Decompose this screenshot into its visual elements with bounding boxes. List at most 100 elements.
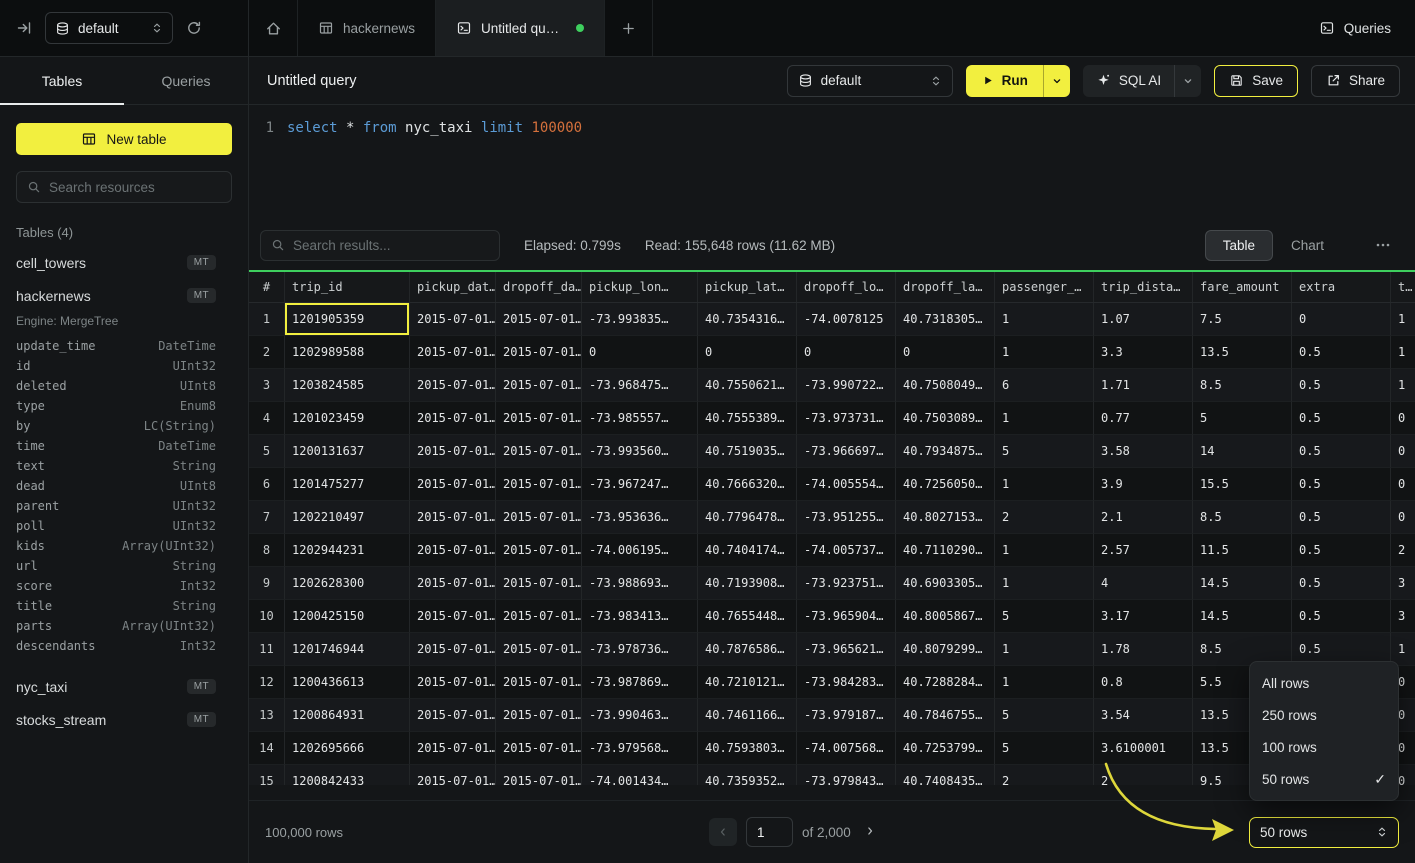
table-cell[interactable]: 40.7934875… [896, 435, 995, 468]
row-number[interactable]: 14 [249, 732, 285, 765]
table-cell[interactable]: 1 [1391, 369, 1415, 402]
table-cell[interactable]: 2015-07-01… [496, 468, 582, 501]
table-cell[interactable]: 0 [1292, 303, 1391, 336]
table-cell[interactable]: 4 [1094, 567, 1193, 600]
table-cell[interactable]: 2015-07-01… [496, 336, 582, 369]
table-cell[interactable]: 40.7655448… [698, 600, 797, 633]
column-header[interactable]: dropoff_da… [496, 272, 582, 302]
table-cell[interactable]: 0 [896, 336, 995, 369]
search-results-input[interactable] [293, 238, 489, 253]
table-cell[interactable]: 40.8079299… [896, 633, 995, 666]
table-cell[interactable]: 1.71 [1094, 369, 1193, 402]
refresh-icon[interactable] [186, 20, 202, 36]
table-cell[interactable]: 2015-07-01… [496, 402, 582, 435]
table-cell[interactable]: 5 [995, 435, 1094, 468]
table-cell[interactable]: 2 [1391, 534, 1415, 567]
table-cell[interactable]: 14.5 [1193, 600, 1292, 633]
next-page-button[interactable] [860, 825, 880, 840]
row-number[interactable]: 8 [249, 534, 285, 567]
table-cell[interactable]: -73.990463… [582, 699, 698, 732]
table-cell[interactable]: 2015-07-01… [496, 501, 582, 534]
table-cell[interactable]: 2015-07-01… [410, 666, 496, 699]
table-cell[interactable]: -74.005737… [797, 534, 896, 567]
table-cell[interactable]: 2015-07-01… [410, 402, 496, 435]
table-cell[interactable]: 3.58 [1094, 435, 1193, 468]
table-cell[interactable]: 1 [995, 534, 1094, 567]
table-cell[interactable]: -74.007568… [797, 732, 896, 765]
table-cell[interactable]: 0.5 [1292, 435, 1391, 468]
table-cell[interactable]: 1 [1391, 303, 1415, 336]
table-cell[interactable]: 2015-07-01… [410, 600, 496, 633]
table-cell[interactable]: -73.965904… [797, 600, 896, 633]
table-cell[interactable]: -73.951255… [797, 501, 896, 534]
table-cell[interactable]: 13.5 [1193, 336, 1292, 369]
table-cell[interactable]: 0.5 [1292, 369, 1391, 402]
table-cell[interactable]: 1 [995, 303, 1094, 336]
queries-button[interactable]: Queries [1295, 0, 1415, 56]
table-cell[interactable]: 3.9 [1094, 468, 1193, 501]
rows-option[interactable]: 50 rows✓ [1250, 763, 1398, 795]
rows-option[interactable]: All rows [1250, 667, 1398, 699]
row-number[interactable]: 13 [249, 699, 285, 732]
table-cell[interactable]: 1200436613 [285, 666, 410, 699]
home-tab[interactable] [249, 0, 298, 56]
table-cell[interactable]: 40.7461166… [698, 699, 797, 732]
table-cell[interactable]: 3.3 [1094, 336, 1193, 369]
table-cell[interactable]: 2015-07-01… [410, 534, 496, 567]
table-cell[interactable]: 2015-07-01… [410, 336, 496, 369]
table-cell[interactable]: 1 [995, 468, 1094, 501]
table-cell[interactable]: 2.1 [1094, 501, 1193, 534]
table-cell[interactable]: 3 [1391, 567, 1415, 600]
table-cell[interactable]: -73.990722… [797, 369, 896, 402]
table-cell[interactable]: 1 [995, 666, 1094, 699]
column-header[interactable]: pickup_lat… [698, 272, 797, 302]
table-cell[interactable]: 1 [1391, 336, 1415, 369]
table-cell[interactable]: 2015-07-01… [410, 468, 496, 501]
previous-page-button[interactable] [709, 818, 737, 846]
table-cell[interactable]: -73.979568… [582, 732, 698, 765]
table-cell[interactable]: 1200842433 [285, 765, 410, 785]
table-cell[interactable]: 40.7253799… [896, 732, 995, 765]
sidebar-item-nyc-taxi[interactable]: nyc_taxi MT [0, 670, 248, 703]
tab-untitled-query[interactable]: Untitled qu… [436, 0, 605, 56]
sidebar-item-cell-towers[interactable]: cell_towers MT [0, 246, 248, 279]
table-cell[interactable]: 1202628300 [285, 567, 410, 600]
table-cell[interactable]: 1202989588 [285, 336, 410, 369]
table-cell[interactable]: -74.0078125 [797, 303, 896, 336]
rows-option[interactable]: 100 rows [1250, 731, 1398, 763]
row-number[interactable]: 4 [249, 402, 285, 435]
table-cell[interactable]: 40.7876586… [698, 633, 797, 666]
table-cell[interactable]: 40.7210121… [698, 666, 797, 699]
table-cell[interactable]: 0 [1391, 468, 1415, 501]
search-resources-input[interactable] [49, 180, 221, 195]
table-cell[interactable]: 40.7193908… [698, 567, 797, 600]
table-cell[interactable]: 2.57 [1094, 534, 1193, 567]
table-cell[interactable]: 2015-07-01… [410, 435, 496, 468]
table-cell[interactable]: 40.7550621… [698, 369, 797, 402]
row-number[interactable]: 6 [249, 468, 285, 501]
table-cell[interactable]: 0 [582, 336, 698, 369]
column-header[interactable]: dropoff_la… [896, 272, 995, 302]
row-number[interactable]: 9 [249, 567, 285, 600]
table-cell[interactable]: 8.5 [1193, 501, 1292, 534]
more-options-button[interactable] [1366, 237, 1400, 253]
row-number[interactable]: 5 [249, 435, 285, 468]
table-cell[interactable]: 6 [995, 369, 1094, 402]
rows-per-page-select[interactable]: 50 rows [1249, 817, 1399, 848]
table-cell[interactable]: 1203824585 [285, 369, 410, 402]
table-cell[interactable]: -73.993560… [582, 435, 698, 468]
table-cell[interactable]: 0 [1391, 501, 1415, 534]
rows-option[interactable]: 250 rows [1250, 699, 1398, 731]
table-cell[interactable]: 40.7318305… [896, 303, 995, 336]
sql-ai-button[interactable]: SQL AI [1083, 65, 1174, 97]
table-cell[interactable]: 1201746944 [285, 633, 410, 666]
table-cell[interactable]: -73.965621… [797, 633, 896, 666]
table-cell[interactable]: 1200425150 [285, 600, 410, 633]
table-cell[interactable]: -73.953636… [582, 501, 698, 534]
table-cell[interactable]: 3.54 [1094, 699, 1193, 732]
save-button[interactable]: Save [1214, 65, 1298, 97]
column-header[interactable]: pickup_lon… [582, 272, 698, 302]
table-cell[interactable]: 40.7508049… [896, 369, 995, 402]
table-cell[interactable]: -73.967247… [582, 468, 698, 501]
table-cell[interactable]: 11.5 [1193, 534, 1292, 567]
